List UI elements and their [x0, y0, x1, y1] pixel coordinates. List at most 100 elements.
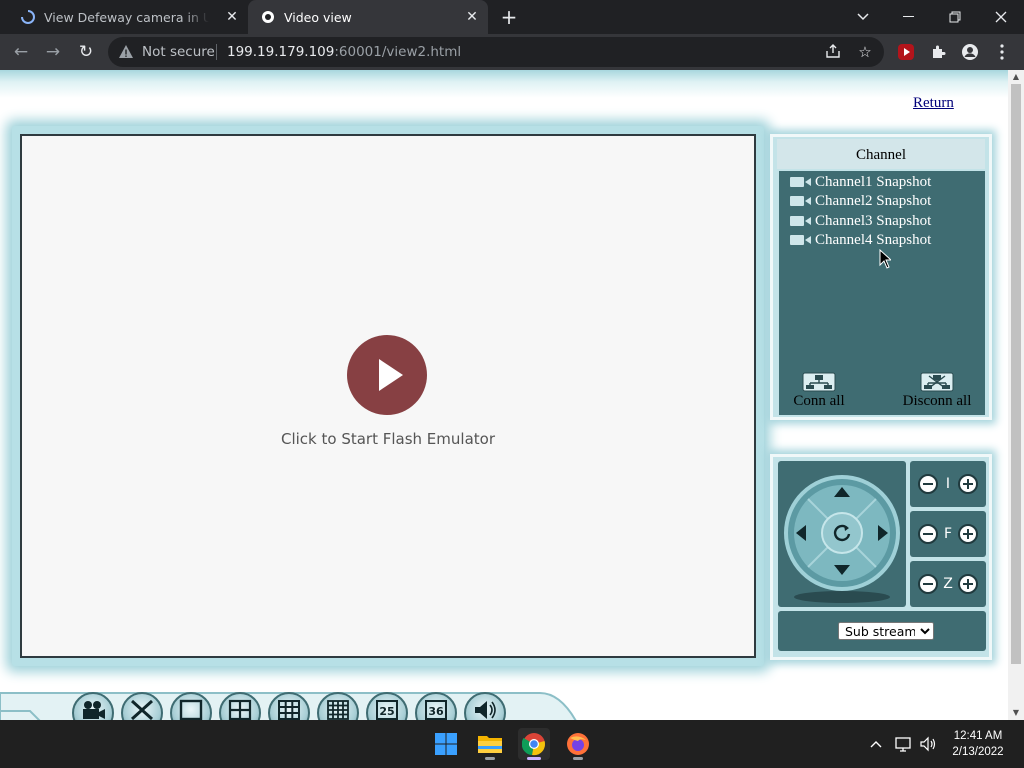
speaker-icon	[475, 701, 496, 719]
focus-plus-icon[interactable]	[958, 524, 978, 544]
conn-all-label: Conn all	[793, 393, 845, 409]
scroll-up-icon[interactable]: ▲	[1008, 70, 1024, 84]
auto-rotate-icon[interactable]	[831, 522, 853, 544]
focus-control: F	[910, 511, 986, 557]
stream-selector-box: Sub stream	[778, 611, 986, 651]
return-link[interactable]: Return	[913, 95, 954, 112]
camera-icon	[790, 216, 811, 226]
channel-item[interactable]: Channel2 Snapshot	[787, 191, 931, 211]
minimize-icon[interactable]	[886, 0, 932, 34]
grid-36-label: 36	[428, 705, 444, 718]
menu-kebab-icon[interactable]	[992, 43, 1012, 61]
address-bar[interactable]: Not secure 199.19.179.109:60001/view2.ht…	[108, 37, 884, 67]
disconn-all-button[interactable]: Disconn all	[895, 372, 979, 410]
page-scrollbar[interactable]: ▲ ▼	[1008, 70, 1024, 720]
start-button[interactable]	[430, 728, 462, 760]
play-icon[interactable]	[347, 335, 427, 415]
security-label[interactable]: Not secure	[142, 44, 215, 60]
url-host: 199.19.179.109	[227, 44, 335, 60]
pan-right-icon[interactable]	[874, 523, 890, 543]
channel-item[interactable]: Channel1 Snapshot	[787, 172, 931, 192]
network-connect-icon	[802, 372, 836, 392]
record-icon	[83, 701, 105, 719]
focus-label: F	[943, 526, 953, 542]
scroll-down-icon[interactable]: ▼	[1008, 706, 1024, 720]
browser-toolbar: ← → ↻ Not secure 199.19.179.109:60001/vi…	[0, 34, 1024, 70]
windows-start-icon	[435, 733, 457, 755]
url-path: :60001/view2.html	[334, 44, 462, 60]
network-icon[interactable]	[893, 720, 915, 768]
iris-plus-icon[interactable]	[958, 474, 978, 494]
volume-icon[interactable]	[917, 720, 939, 768]
channel-label: Channel1 Snapshot	[815, 173, 932, 190]
sixteen-view-icon	[327, 700, 349, 720]
tab-title: View Defeway camera in United St	[44, 9, 209, 25]
zoom-minus-icon[interactable]	[918, 574, 938, 594]
extensions-puzzle-icon[interactable]	[928, 43, 948, 61]
zoom-control: Z	[910, 561, 986, 607]
conn-all-button[interactable]: Conn all	[779, 372, 859, 410]
single-view-icon	[179, 699, 203, 721]
new-tab-icon[interactable]: +	[498, 7, 520, 29]
channel-item[interactable]: Channel3 Snapshot	[787, 211, 931, 231]
firefox-button[interactable]	[562, 728, 594, 760]
stream-select[interactable]: Sub stream	[838, 622, 934, 640]
warning-triangle-icon[interactable]	[118, 44, 134, 60]
video-player[interactable]: Click to Start Flash Emulator	[20, 134, 756, 658]
folder-icon	[478, 736, 502, 753]
network-disconnect-icon	[920, 372, 954, 392]
channel-item[interactable]: Channel4 Snapshot	[787, 230, 931, 250]
firefox-icon	[567, 733, 589, 755]
iris-minus-icon[interactable]	[918, 474, 938, 494]
running-indicator	[573, 757, 583, 760]
clock-date: 2/13/2022	[952, 746, 1004, 758]
close-window-icon[interactable]	[978, 0, 1024, 34]
tab-video-view[interactable]: Video view ✕	[248, 0, 488, 34]
grid-25-icon: 25	[376, 700, 398, 720]
browser-tab-bar: View Defeway camera in United St ✕ Video…	[0, 0, 1024, 34]
header-glow	[0, 70, 1008, 110]
restore-icon[interactable]	[932, 0, 978, 34]
channel-label: Channel2 Snapshot	[815, 192, 932, 209]
mouse-cursor-icon	[879, 249, 891, 269]
ptz-panel: I F Z Sub stream	[770, 454, 992, 660]
clock-time: 12:41 AM	[953, 730, 1003, 742]
ptz-joystick	[778, 461, 906, 607]
reload-icon[interactable]: ↻	[73, 40, 99, 64]
camera-icon	[790, 177, 811, 187]
flash-emulator-caption[interactable]: Click to Start Flash Emulator	[22, 430, 754, 448]
close-tab-icon[interactable]: ✕	[224, 9, 240, 25]
system-clock[interactable]: 12:41 AM 2/13/2022	[942, 728, 1014, 760]
url-text[interactable]: 199.19.179.109:60001/view2.html	[227, 44, 461, 60]
channel-list: Channel1 Snapshot Channel2 Snapshot Chan…	[779, 171, 985, 415]
pan-left-icon[interactable]	[794, 523, 810, 543]
channel-panel-title: Channel	[777, 139, 985, 169]
pan-up-icon[interactable]	[832, 485, 852, 501]
zoom-plus-icon[interactable]	[958, 574, 978, 594]
forward-icon[interactable]: →	[40, 40, 66, 64]
pan-down-icon[interactable]	[832, 561, 852, 577]
divider	[216, 44, 217, 60]
focus-minus-icon[interactable]	[918, 524, 938, 544]
zoom-label: Z	[943, 576, 953, 592]
chrome-button[interactable]	[518, 728, 550, 760]
back-icon[interactable]: ←	[8, 40, 34, 64]
close-tab-icon[interactable]: ✕	[464, 9, 480, 25]
video-frame: Click to Start Flash Emulator	[12, 126, 764, 666]
tab-title: Video view	[284, 9, 352, 25]
disconn-all-label: Disconn all	[902, 393, 972, 409]
show-hidden-icons-chevron-icon[interactable]	[866, 720, 886, 768]
tab-defeway-camera[interactable]: View Defeway camera in United St ✕	[8, 0, 248, 34]
tab-search-chevron-icon[interactable]	[840, 0, 886, 34]
running-indicator	[527, 757, 541, 760]
scrollbar-thumb[interactable]	[1011, 84, 1021, 664]
extension-red-icon[interactable]	[896, 43, 916, 61]
camera-favicon-icon	[260, 9, 276, 25]
profile-icon[interactable]	[960, 43, 980, 61]
channel-label: Channel4 Snapshot	[815, 231, 932, 248]
bookmark-star-icon[interactable]: ☆	[856, 43, 874, 61]
share-icon[interactable]	[824, 43, 842, 61]
chrome-icon	[522, 733, 545, 756]
file-explorer-button[interactable]	[474, 728, 506, 760]
grid-25-label: 25	[379, 705, 394, 718]
